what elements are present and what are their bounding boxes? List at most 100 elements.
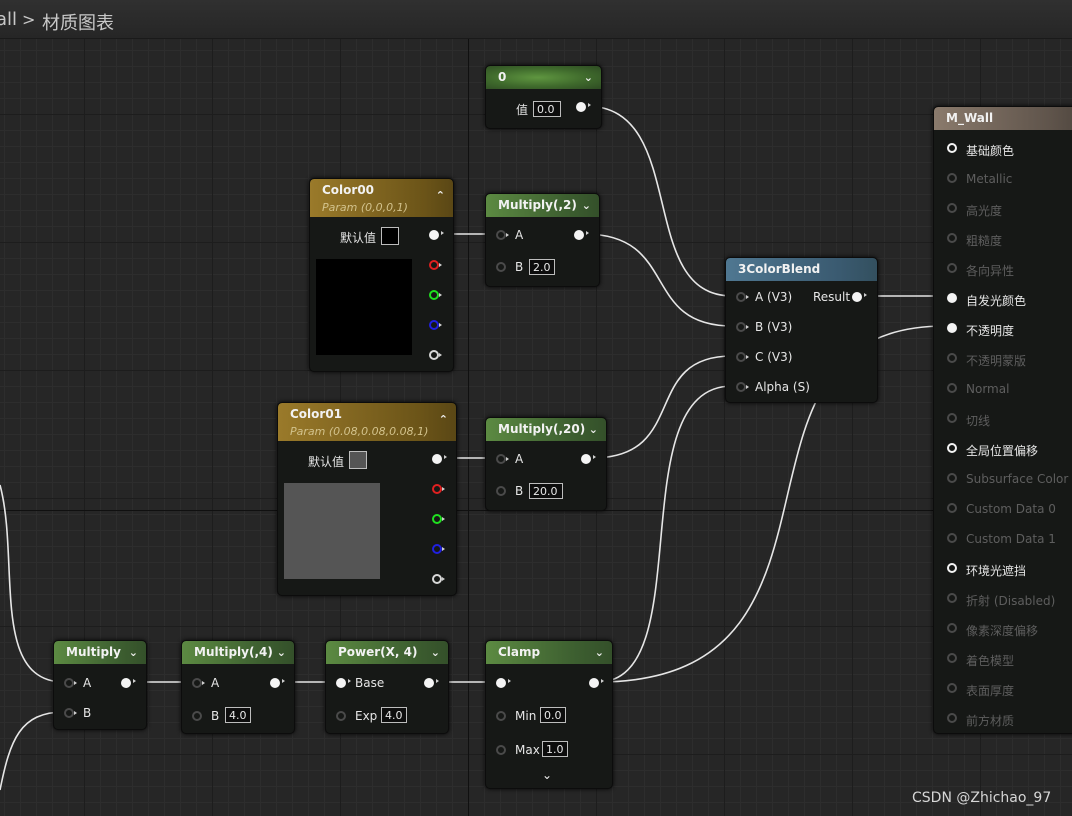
material-input-pin[interactable]	[947, 263, 957, 273]
multiply-b-input-pin[interactable]	[64, 708, 77, 718]
color00-param-node[interactable]: Color00 Param (0,0,0,1) ⌃ 默认值	[309, 178, 454, 372]
chevron-down-icon[interactable]: ⌄	[129, 641, 138, 664]
clamp-max-value-field[interactable]: 1.0	[542, 741, 568, 757]
material-input-pin[interactable]	[947, 293, 957, 303]
material-input-pin[interactable]	[947, 173, 957, 183]
material-input-pin[interactable]	[947, 413, 957, 423]
material-input-pin[interactable]	[947, 533, 957, 543]
chevron-down-icon[interactable]: ⌄	[595, 641, 604, 664]
color00-g-output-pin[interactable]	[429, 290, 442, 300]
multiply-20-b-input-pin[interactable]	[496, 486, 506, 496]
material-input-label: 前方材质	[966, 714, 1015, 728]
multiply-4-node[interactable]: Multiply(,4) ⌄ A B 4.0	[181, 640, 295, 734]
clamp-input-pin[interactable]	[496, 678, 511, 688]
chevron-up-icon[interactable]: ⌃	[439, 411, 448, 429]
multiply-2-node-header[interactable]: Multiply(,2) ⌄	[486, 194, 599, 217]
clamp-output-pin[interactable]	[589, 678, 604, 688]
chevron-up-icon[interactable]: ⌃	[436, 187, 445, 205]
color01-default-swatch[interactable]	[349, 451, 367, 469]
material-input-pin[interactable]	[947, 323, 957, 333]
chevron-down-icon[interactable]: ⌄	[431, 641, 440, 664]
material-input-pin[interactable]	[947, 563, 957, 573]
material-input-pin[interactable]	[947, 473, 957, 483]
power-exp-value-field[interactable]: 4.0	[381, 707, 407, 723]
power-exp-input-pin[interactable]	[336, 711, 346, 721]
chevron-down-icon[interactable]: ⌄	[542, 768, 552, 782]
blend-result-output-pin[interactable]	[852, 292, 867, 302]
constant-value-field[interactable]: 0.0	[533, 101, 561, 117]
power-output-pin[interactable]	[424, 678, 439, 688]
clamp-max-input-pin[interactable]	[496, 745, 506, 755]
multiply-2-a-input-pin[interactable]	[496, 230, 509, 240]
multiply-2-b-input-pin[interactable]	[496, 262, 506, 272]
color01-preview	[284, 483, 380, 579]
material-input-pin[interactable]	[947, 143, 957, 153]
material-input-pin[interactable]	[947, 203, 957, 213]
multiply-2-b-value-field[interactable]: 2.0	[529, 259, 555, 275]
three-color-blend-node-header[interactable]: 3ColorBlend	[726, 258, 877, 281]
material-result-node[interactable]: M_Wall 基础颜色 Metallic 高光度 粗糙度 各向异性 自发光颜色 不透明度 不透…	[933, 106, 1072, 734]
color01-r-output-pin[interactable]	[432, 484, 445, 494]
color00-default-swatch[interactable]	[381, 227, 399, 245]
color01-b-output-pin[interactable]	[432, 544, 445, 554]
multiply-20-output-pin[interactable]	[581, 454, 596, 464]
material-result-node-header[interactable]: M_Wall	[934, 107, 1072, 130]
multiply-a-input-pin[interactable]	[64, 678, 77, 688]
multiply-2-node[interactable]: Multiply(,2) ⌄ A B 2.0	[485, 193, 600, 287]
multiply-20-node-header[interactable]: Multiply(,20) ⌄	[486, 418, 606, 441]
chevron-down-icon[interactable]: ⌄	[277, 641, 286, 664]
material-input-pin[interactable]	[947, 383, 957, 393]
multiply-4-node-header[interactable]: Multiply(,4) ⌄	[182, 641, 294, 664]
blend-a-input-pin[interactable]	[736, 292, 749, 302]
material-input-pin[interactable]	[947, 653, 957, 663]
multiply-4-a-input-pin[interactable]	[192, 678, 205, 688]
color00-a-output-pin[interactable]	[429, 350, 442, 360]
multiply-output-pin[interactable]	[121, 678, 136, 688]
material-input-pin[interactable]	[947, 443, 957, 453]
color01-g-output-pin[interactable]	[432, 514, 445, 524]
color01-rgb-output-pin[interactable]	[432, 454, 447, 464]
material-input-pin[interactable]	[947, 683, 957, 693]
material-input-pin[interactable]	[947, 353, 957, 363]
multiply-20-node[interactable]: Multiply(,20) ⌄ A B 20.0	[485, 417, 607, 511]
color01-node-header[interactable]: Color01 Param (0.08,0.08,0.08,1) ⌃	[278, 403, 456, 441]
chevron-down-icon[interactable]: ⌄	[584, 66, 593, 89]
color01-param-node[interactable]: Color01 Param (0.08,0.08,0.08,1) ⌃ 默认值	[277, 402, 457, 596]
power-node[interactable]: Power(X, 4) ⌄ Base Exp 4.0	[325, 640, 449, 734]
color00-b-output-pin[interactable]	[429, 320, 442, 330]
blend-b-input-pin[interactable]	[736, 322, 749, 332]
power-base-input-pin[interactable]	[336, 678, 351, 688]
material-input-pin[interactable]	[947, 503, 957, 513]
constant-node[interactable]: 0 ⌄ 值 0.0	[485, 65, 602, 129]
color01-a-output-pin[interactable]	[432, 574, 445, 584]
clamp-min-input-pin[interactable]	[496, 711, 506, 721]
material-input-label: 切线	[966, 414, 991, 428]
constant-node-header[interactable]: 0 ⌄	[486, 66, 601, 89]
multiply-4-output-pin[interactable]	[270, 678, 285, 688]
blend-c-input-pin[interactable]	[736, 352, 749, 362]
chevron-down-icon[interactable]: ⌄	[582, 194, 591, 217]
color00-rgb-output-pin[interactable]	[429, 230, 444, 240]
clamp-node[interactable]: Clamp ⌄ Min 0.0 Max 1.0 ⌄	[485, 640, 613, 789]
chevron-down-icon[interactable]: ⌄	[589, 418, 598, 441]
material-input-pin[interactable]	[947, 623, 957, 633]
clamp-node-header[interactable]: Clamp ⌄	[486, 641, 612, 664]
material-input-pin[interactable]	[947, 233, 957, 243]
multiply-4-b-value-field[interactable]: 4.0	[225, 707, 251, 723]
material-input-pin[interactable]	[947, 713, 957, 723]
color00-r-output-pin[interactable]	[429, 260, 442, 270]
three-color-blend-node[interactable]: 3ColorBlend A (V3) Result B (V3) C (V3) …	[725, 257, 878, 403]
multiply-4-b-input-pin[interactable]	[192, 711, 202, 721]
color00-node-header[interactable]: Color00 Param (0,0,0,1) ⌃	[310, 179, 453, 217]
constant-output-pin[interactable]	[576, 102, 591, 112]
breadcrumb-parent[interactable]: all	[0, 9, 17, 30]
clamp-min-value-field[interactable]: 0.0	[540, 707, 566, 723]
multiply-2-output-pin[interactable]	[574, 230, 589, 240]
multiply-20-a-input-pin[interactable]	[496, 454, 509, 464]
power-node-header[interactable]: Power(X, 4) ⌄	[326, 641, 448, 664]
material-input-pin[interactable]	[947, 593, 957, 603]
blend-alpha-input-pin[interactable]	[736, 382, 749, 392]
multiply-node[interactable]: Multiply ⌄ A B	[53, 640, 147, 730]
multiply-20-b-value-field[interactable]: 20.0	[529, 483, 563, 499]
multiply-node-header[interactable]: Multiply ⌄	[54, 641, 146, 664]
